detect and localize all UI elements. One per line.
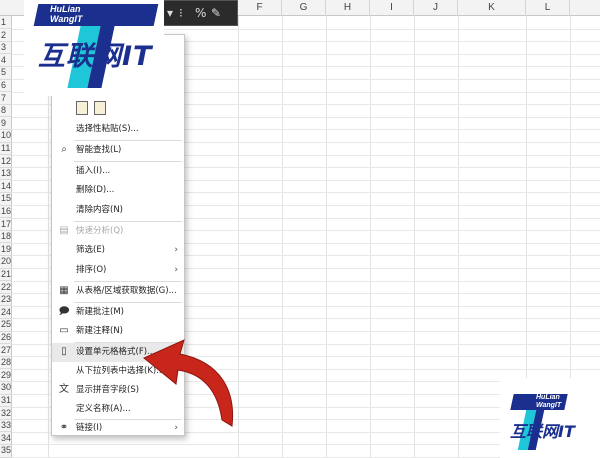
logo-text: 互联网IT (510, 422, 575, 441)
clipboard-icon[interactable] (94, 101, 106, 115)
brand-logo: HuLian WangIT 互联网IT (24, 0, 164, 96)
row-header-9[interactable]: 9 (0, 117, 12, 131)
row-header-2[interactable]: 2 (0, 29, 12, 42)
column-header-i[interactable]: I (370, 0, 414, 16)
menu-item-label: 删除(D)... (76, 185, 115, 195)
row-header-10[interactable]: 10 (0, 129, 12, 143)
format-painter-icon[interactable]: ✎ (211, 7, 221, 19)
row-header-21[interactable]: 21 (0, 268, 12, 282)
row-header-7[interactable]: 7 (0, 92, 12, 105)
note-icon: ▭ (59, 325, 69, 336)
dropdown-arrow-icon[interactable]: ▾ (167, 7, 173, 19)
menu-item-paste-special[interactable]: 选择性粘贴(S)... (52, 120, 184, 139)
row-header-5[interactable]: 5 (0, 66, 12, 80)
row-header-28[interactable]: 28 (0, 356, 12, 370)
column-header-j[interactable]: J (414, 0, 458, 16)
row-header-1[interactable]: 1 (0, 16, 12, 30)
row-header-8[interactable]: 8 (0, 104, 12, 118)
row-header-35[interactable]: 35 (0, 444, 12, 458)
logo-text: 互联网IT (38, 41, 153, 72)
column-header-l[interactable]: L (526, 0, 570, 16)
menu-item-label: 定义名称(A)... (76, 404, 131, 414)
row-header-33[interactable]: 33 (0, 419, 12, 433)
menu-item-insert[interactable]: 插入(I)... (52, 162, 184, 181)
row-header-14[interactable]: 14 (0, 180, 12, 194)
menu-item-label: 选择性粘贴(S)... (76, 124, 139, 134)
menu-item-label: 智能查找(L) (76, 145, 122, 155)
link-icon: ⚭ (59, 422, 69, 433)
table-icon: ▦ (59, 285, 69, 296)
row-header-6[interactable]: 6 (0, 79, 12, 93)
menu-item-label: 新建注释(N) (76, 326, 123, 336)
row-header-12[interactable]: 12 (0, 155, 12, 168)
row-header-3[interactable]: 3 (0, 41, 12, 55)
quick-analysis-icon: ▤ (59, 225, 69, 236)
logo-line-1: HuLian (50, 4, 81, 14)
menu-item-filter[interactable]: 筛选(E) › (52, 241, 184, 260)
menu-item-label: 筛选(E) (76, 245, 106, 255)
mini-toolbar: ▾ ⁝ % ✎ (160, 0, 238, 26)
menu-item-get-data-from-table[interactable]: ▦ 从表格/区域获取数据(G)... (52, 282, 184, 301)
row-header-25[interactable]: 25 (0, 318, 12, 332)
column-header-g[interactable]: G (282, 0, 326, 16)
row-header-16[interactable]: 16 (0, 205, 12, 219)
search-icon: ⌕ (61, 144, 67, 155)
logo-line-1: HuLian (536, 394, 560, 401)
column-header-h[interactable]: H (326, 0, 370, 16)
menu-item-sort[interactable]: 排序(O) › (52, 261, 184, 280)
row-header-27[interactable]: 27 (0, 344, 12, 357)
paste-format-icon[interactable] (76, 101, 88, 115)
menu-item-label: 排序(O) (76, 265, 107, 275)
chevron-right-icon: › (174, 265, 178, 275)
menu-item-smart-lookup[interactable]: ⌕ 智能查找(L) (52, 141, 184, 160)
row-header-26[interactable]: 26 (0, 331, 12, 345)
menu-item-label: 新建批注(M) (76, 307, 124, 317)
menu-item-label: 显示拼音字段(S) (76, 385, 140, 395)
menu-item-delete[interactable]: 删除(D)... (52, 181, 184, 200)
row-header-32[interactable]: 32 (0, 407, 12, 420)
format-cells-icon: ▯ (61, 346, 67, 357)
menu-item-label: 快速分析(Q) (76, 226, 124, 236)
logo-line-2: WangIT (50, 14, 83, 24)
row-header-19[interactable]: 19 (0, 243, 12, 257)
phonetic-icon: 文 (59, 384, 69, 395)
row-header-29[interactable]: 29 (0, 369, 12, 383)
menu-item-label: 链接(I) (76, 423, 103, 433)
column-header-f[interactable]: F (238, 0, 282, 16)
row-header-13[interactable]: 13 (0, 167, 12, 181)
row-header-bar: 1 2 3 4 5 6 7 8 9 10 11 12 13 14 15 16 17 18 19 20 21 22 23 24 2… (0, 16, 12, 458)
format-icon[interactable]: ⁝ (179, 7, 183, 19)
row-header-20[interactable]: 20 (0, 255, 12, 269)
row-header-17[interactable]: 17 (0, 218, 12, 231)
menu-item-label: 从表格/区域获取数据(G)... (76, 286, 177, 296)
column-header-k[interactable]: K (458, 0, 526, 16)
row-header-15[interactable]: 15 (0, 192, 12, 206)
menu-item-label: 插入(I)... (76, 166, 111, 176)
row-header-4[interactable]: 4 (0, 54, 12, 68)
brand-logo-watermark: HuLian WangIT 互联网IT (500, 378, 600, 458)
row-header-11[interactable]: 11 (0, 142, 12, 156)
chevron-right-icon: › (174, 245, 178, 255)
row-header-31[interactable]: 31 (0, 394, 12, 408)
comment-icon: 🗩 (58, 306, 70, 317)
row-header-22[interactable]: 22 (0, 281, 12, 294)
row-header-24[interactable]: 24 (0, 306, 12, 320)
menu-item-label: 清除内容(N) (76, 205, 123, 215)
percent-icon[interactable]: % (195, 7, 206, 19)
menu-item-clear-contents[interactable]: 清除内容(N) (52, 201, 184, 220)
red-arrow-icon (143, 339, 234, 427)
row-header-18[interactable]: 18 (0, 230, 12, 244)
logo-line-2: WangIT (536, 402, 562, 409)
menu-item-quick-analysis[interactable]: ▤ 快速分析(Q) (52, 222, 184, 241)
paste-options (76, 101, 116, 117)
row-header-30[interactable]: 30 (0, 381, 12, 395)
row-header-34[interactable]: 34 (0, 432, 12, 446)
row-header-23[interactable]: 23 (0, 293, 12, 307)
